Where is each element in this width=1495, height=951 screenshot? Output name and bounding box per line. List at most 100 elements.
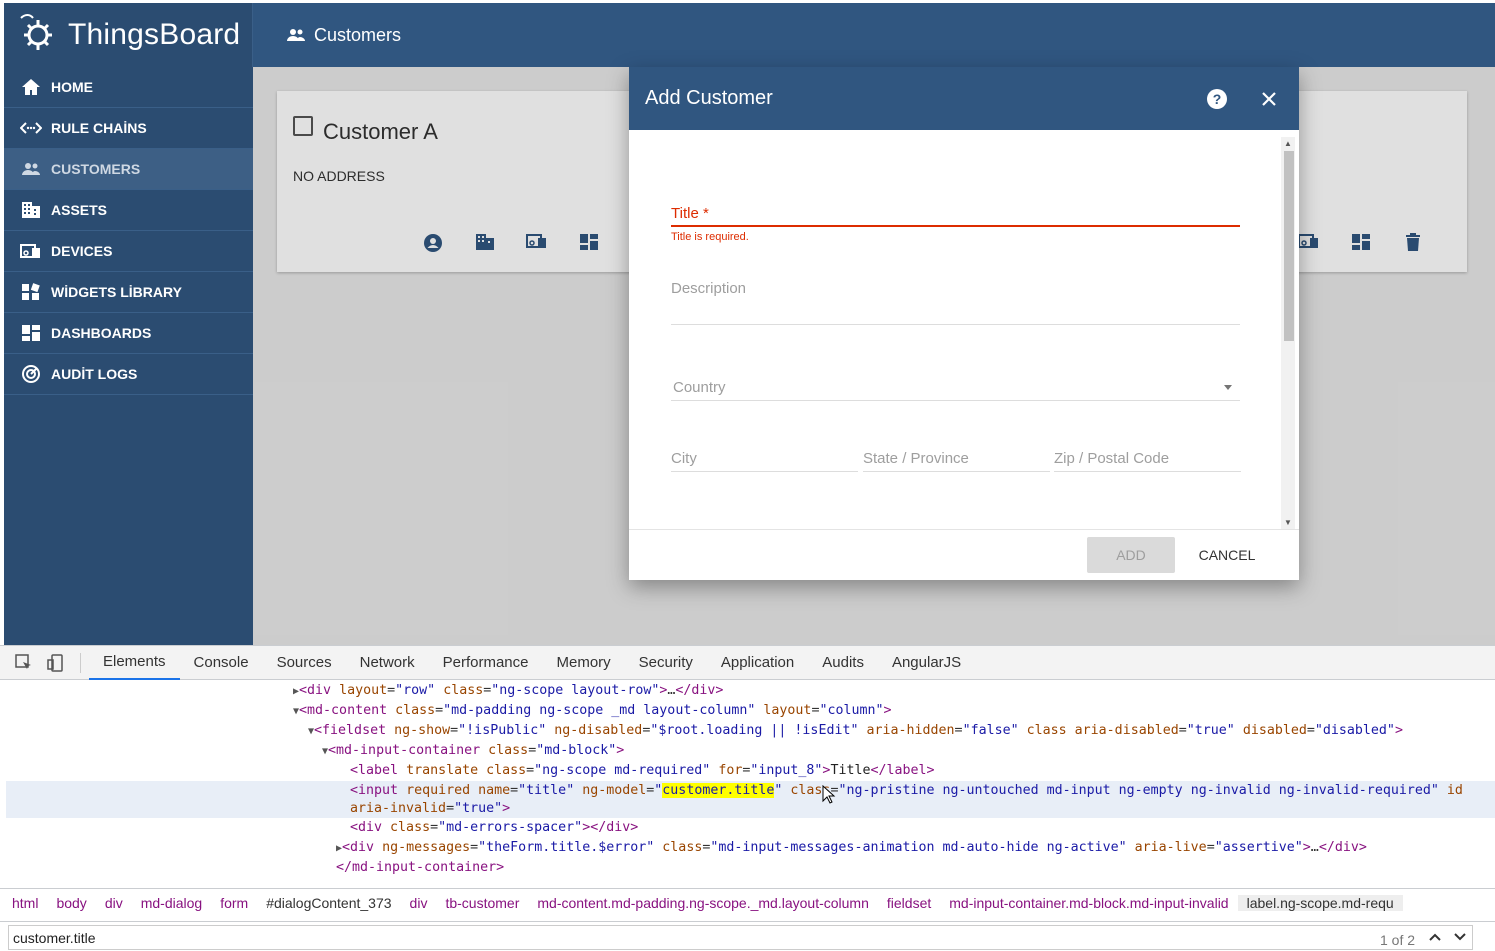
- logo[interactable]: ThingsBoard: [4, 3, 253, 67]
- page-title-text: Customers: [314, 24, 402, 45]
- city-label: City: [671, 450, 697, 467]
- audit-logs-icon: [20, 363, 42, 385]
- dom-node[interactable]: </md-input-container>: [336, 858, 504, 878]
- breadcrumb-item[interactable]: md-content.md-padding.ng-scope._md.layou…: [528, 895, 878, 911]
- tab-memory[interactable]: Memory: [543, 646, 625, 680]
- logo-icon: [16, 10, 62, 61]
- dialog-actions: ADD CANCEL: [629, 529, 1299, 580]
- home-icon: [20, 76, 42, 98]
- chevron-up-icon[interactable]: [1423, 926, 1447, 948]
- breadcrumb-item[interactable]: body: [47, 895, 95, 911]
- state-label: State / Province: [863, 450, 969, 467]
- sidebar-item-devices[interactable]: DEVICES: [4, 231, 253, 272]
- dialog-scrollbar[interactable]: ▲ ▼: [1281, 137, 1295, 529]
- devtools-tabbar: Elements Console Sources Network Perform…: [0, 646, 1495, 680]
- help-icon[interactable]: ?: [1203, 85, 1231, 113]
- sidebar-item-customers[interactable]: CUSTOMERS: [4, 149, 253, 190]
- dom-node[interactable]: <label translate class="ng-scope md-requ…: [350, 761, 935, 781]
- search-input[interactable]: [8, 925, 1473, 950]
- sidebar-item-rule-chains[interactable]: RULE CHAİNS: [4, 108, 253, 149]
- dom-breadcrumb: html body div md-dialog form #dialogCont…: [0, 888, 1495, 916]
- tab-network[interactable]: Network: [346, 646, 429, 680]
- sidebar-item-label: ASSETS: [51, 202, 108, 218]
- search-match-count: 1 of 2: [1380, 932, 1416, 948]
- country-label: Country: [673, 379, 726, 396]
- title-label: Title: [671, 205, 699, 222]
- sidebar-item-assets[interactable]: ASSETS: [4, 190, 253, 231]
- tab-application[interactable]: Application: [707, 646, 808, 680]
- devtools-panel: Elements Console Sources Network Perform…: [0, 645, 1495, 951]
- dom-node[interactable]: <div class="md-errors-spacer"></div>: [350, 818, 638, 838]
- zip-label: Zip / Postal Code: [1054, 450, 1170, 467]
- dom-node-continued: aria-invalid="true">: [350, 801, 511, 816]
- dialog-body: Title * Title is required. Description C…: [629, 130, 1299, 529]
- chevron-down-icon: [1224, 385, 1232, 390]
- device-toggle-icon[interactable]: [40, 646, 72, 680]
- dom-node-selected[interactable]: <input required name="title" ng-model="c…: [350, 781, 1463, 801]
- dom-node[interactable]: ▼<md-input-container class="md-block">: [322, 741, 624, 761]
- devices-icon: [20, 240, 42, 262]
- state-input[interactable]: State / Province: [863, 450, 1050, 472]
- sidebar-item-home[interactable]: HOME: [4, 67, 253, 108]
- scroll-thumb[interactable]: [1284, 151, 1294, 341]
- breadcrumb-item[interactable]: tb-customer: [436, 895, 528, 911]
- add-customer-dialog: Add Customer ? Title * Title is required…: [629, 67, 1299, 580]
- breadcrumb-item[interactable]: md-input-container.md-block.md-input-inv…: [940, 895, 1237, 911]
- page-title: Customers: [286, 3, 401, 67]
- city-input[interactable]: City: [671, 450, 858, 472]
- customers-icon: [20, 158, 42, 180]
- tab-performance[interactable]: Performance: [429, 646, 543, 680]
- sidebar-item-label: DEVICES: [51, 243, 113, 259]
- dom-node[interactable]: ▼<md-content class="md-padding ng-scope …: [293, 701, 892, 721]
- tab-security[interactable]: Security: [625, 646, 707, 680]
- breadcrumb-item[interactable]: #dialogContent_373: [257, 895, 400, 911]
- title-input[interactable]: Title *: [671, 205, 1240, 227]
- tab-console[interactable]: Console: [180, 646, 263, 680]
- scroll-down-icon[interactable]: ▼: [1284, 518, 1292, 527]
- sidebar-item-label: CUSTOMERS: [51, 161, 141, 177]
- chevron-down-icon[interactable]: [1448, 926, 1472, 948]
- sidebar-item-label: RULE CHAİNS: [51, 120, 147, 136]
- description-label: Description: [671, 280, 747, 297]
- description-input[interactable]: Description: [671, 280, 1240, 325]
- dom-node[interactable]: ▶<div layout="row" class="ng-scope layou…: [293, 681, 723, 701]
- breadcrumb-item[interactable]: md-dialog: [132, 895, 211, 911]
- sidebar-item-widgets-library[interactable]: WİDGETS LİBRARY: [4, 272, 253, 313]
- add-button[interactable]: ADD: [1087, 537, 1175, 573]
- breadcrumb-item[interactable]: form: [211, 895, 257, 911]
- assets-icon: [20, 199, 42, 221]
- close-icon[interactable]: [1255, 85, 1283, 113]
- tab-sources[interactable]: Sources: [263, 646, 346, 680]
- sidebar-item-label: HOME: [51, 79, 93, 95]
- sidebar: HOME RULE CHAİNS CUSTOMERS ASSETS DEVICE…: [4, 67, 253, 645]
- tab-elements[interactable]: Elements: [89, 646, 180, 680]
- sidebar-item-label: WİDGETS LİBRARY: [51, 284, 182, 300]
- dialog-header: Add Customer ?: [629, 67, 1299, 130]
- zip-input[interactable]: Zip / Postal Code: [1054, 450, 1241, 472]
- dialog-title: Add Customer: [645, 87, 773, 109]
- cancel-button[interactable]: CANCEL: [1189, 537, 1265, 573]
- breadcrumb-item-selected[interactable]: label.ng-scope.md-requ: [1237, 894, 1403, 911]
- app-header: ThingsBoard Customers: [4, 3, 1495, 67]
- dom-node[interactable]: ▶<div ng-messages="theForm.title.$error"…: [336, 838, 1367, 858]
- scroll-up-icon[interactable]: ▲: [1284, 139, 1292, 148]
- inspect-element-icon[interactable]: [8, 646, 40, 680]
- tab-angularjs[interactable]: AngularJS: [878, 646, 975, 680]
- breadcrumb-item[interactable]: div: [401, 895, 437, 911]
- country-select[interactable]: Country: [671, 379, 1240, 401]
- breadcrumb-item[interactable]: div: [96, 895, 132, 911]
- title-error-message: Title is required.: [671, 231, 749, 243]
- sidebar-item-label: DASHBOARDS: [51, 325, 152, 341]
- sidebar-item-audit-logs[interactable]: AUDİT LOGS: [4, 354, 253, 395]
- required-marker: *: [702, 205, 709, 222]
- breadcrumb-item[interactable]: fieldset: [878, 895, 940, 911]
- breadcrumb-item[interactable]: html: [0, 895, 47, 911]
- customers-icon: [286, 27, 306, 43]
- tab-audits[interactable]: Audits: [808, 646, 878, 680]
- rule-chains-icon: [20, 117, 42, 139]
- tabbar-divider: [80, 652, 81, 673]
- dom-node[interactable]: ▼<fieldset ng-show="!isPublic" ng-disabl…: [308, 721, 1403, 741]
- sidebar-item-dashboards[interactable]: DASHBOARDS: [4, 313, 253, 354]
- sidebar-item-label: AUDİT LOGS: [51, 366, 138, 382]
- logo-text: ThingsBoard: [68, 18, 241, 51]
